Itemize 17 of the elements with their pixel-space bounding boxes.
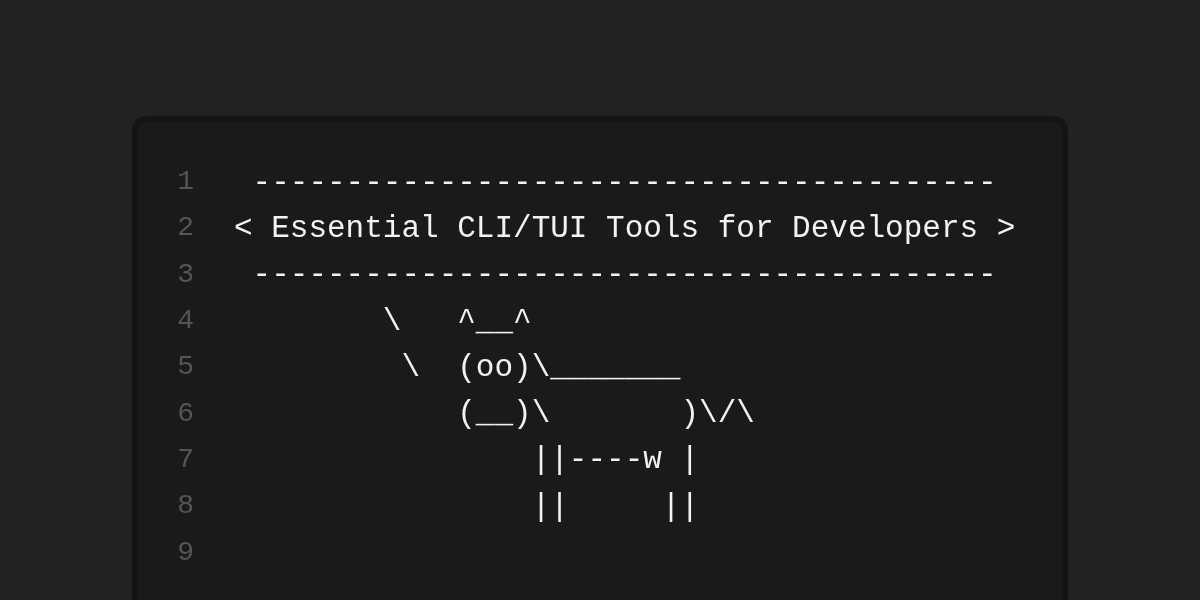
code-line: ||----w |	[530, 444, 700, 476]
code-line: \ ^__^	[381, 305, 532, 337]
code-line: ----------------------------------------	[251, 166, 997, 198]
line-number: 5	[176, 353, 194, 382]
line-number: 6	[176, 399, 194, 428]
line-number: 7	[176, 445, 194, 474]
code-line: \ (oo)\_______	[400, 351, 681, 383]
line-number: 8	[176, 492, 194, 521]
code-line: (__)\ )\/\	[456, 398, 755, 430]
code-line: || ||	[530, 490, 700, 522]
line-number: 1	[176, 168, 194, 197]
code-line: < Essential CLI/TUI Tools for Developers >	[234, 212, 1016, 244]
line-number: 2	[176, 214, 194, 243]
code-line: ----------------------------------------	[251, 259, 997, 291]
line-number: 4	[176, 307, 194, 336]
line-number: 3	[176, 260, 194, 289]
line-number: 9	[176, 538, 194, 567]
